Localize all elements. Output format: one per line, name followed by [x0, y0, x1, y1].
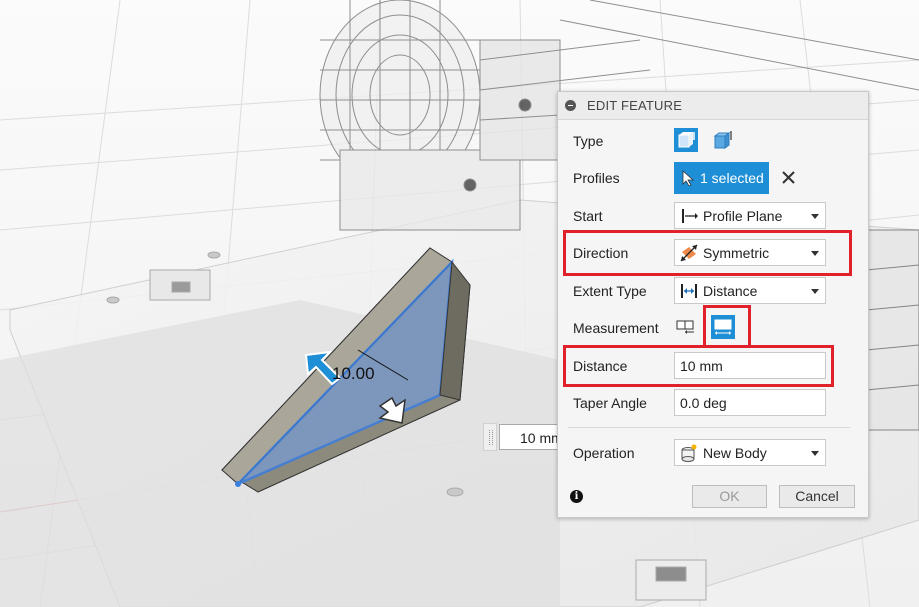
- symmetric-icon: [680, 244, 698, 262]
- half-length-button[interactable]: [674, 315, 698, 339]
- info-icon[interactable]: i: [570, 490, 583, 503]
- dialog-divider: [568, 427, 850, 428]
- start-label: Start: [573, 208, 603, 224]
- extrude-thin-button[interactable]: [711, 128, 735, 152]
- close-icon[interactable]: [782, 171, 795, 184]
- taper-angle-label: Taper Angle: [573, 395, 647, 411]
- direction-label: Direction: [573, 245, 629, 261]
- start-dropdown[interactable]: Profile Plane: [674, 202, 826, 229]
- taper-angle-input[interactable]: 0.0 deg: [674, 389, 826, 416]
- chevron-down-icon: [811, 251, 819, 256]
- chevron-down-icon: [811, 451, 819, 456]
- dialog-title: EDIT FEATURE: [587, 98, 683, 113]
- extrude-solid-icon: [678, 132, 695, 148]
- extent-type-value: Distance: [703, 283, 758, 299]
- taper-angle-value: 0.0 deg: [680, 395, 727, 411]
- distance-label: Distance: [573, 358, 628, 374]
- profiles-label: Profiles: [573, 170, 620, 186]
- drag-grip-icon[interactable]: [483, 423, 497, 451]
- operation-dropdown[interactable]: New Body: [674, 439, 826, 466]
- measurement-label: Measurement: [573, 320, 659, 336]
- edit-feature-dialog: EDIT FEATURE Type Profiles 1 selected St…: [557, 91, 869, 518]
- operation-value: New Body: [703, 445, 767, 461]
- right-assembly[interactable]: [865, 229, 919, 431]
- distance-extent-icon: [681, 284, 697, 298]
- chevron-down-icon: [811, 289, 819, 294]
- cancel-button[interactable]: Cancel: [779, 485, 855, 508]
- start-value: Profile Plane: [703, 208, 783, 224]
- direction-dropdown[interactable]: Symmetric: [674, 239, 826, 266]
- profiles-value: 1 selected: [700, 170, 764, 186]
- new-body-icon: [681, 444, 697, 462]
- type-label: Type: [573, 133, 604, 149]
- whole-length-button[interactable]: [711, 315, 735, 339]
- extrude-solid-button[interactable]: [674, 128, 698, 152]
- profile-plane-icon: [682, 209, 698, 223]
- whole-length-icon: [714, 319, 732, 335]
- operation-label: Operation: [573, 445, 635, 461]
- half-length-icon: [676, 320, 694, 334]
- cursor-icon: [682, 170, 695, 186]
- dialog-titlebar[interactable]: EDIT FEATURE: [558, 92, 868, 120]
- profiles-select-button[interactable]: 1 selected: [674, 162, 769, 194]
- distance-value: 10 mm: [680, 358, 723, 374]
- extent-type-label: Extent Type: [573, 283, 647, 299]
- chevron-down-icon: [811, 214, 819, 219]
- direction-value: Symmetric: [703, 245, 770, 261]
- ok-button[interactable]: OK: [692, 485, 767, 508]
- dimension-label[interactable]: 10.00: [332, 364, 375, 384]
- distance-input[interactable]: 10 mm: [674, 352, 826, 379]
- extent-type-dropdown[interactable]: Distance: [674, 277, 826, 304]
- collapse-icon[interactable]: [565, 100, 576, 111]
- extrude-thin-icon: [713, 131, 732, 149]
